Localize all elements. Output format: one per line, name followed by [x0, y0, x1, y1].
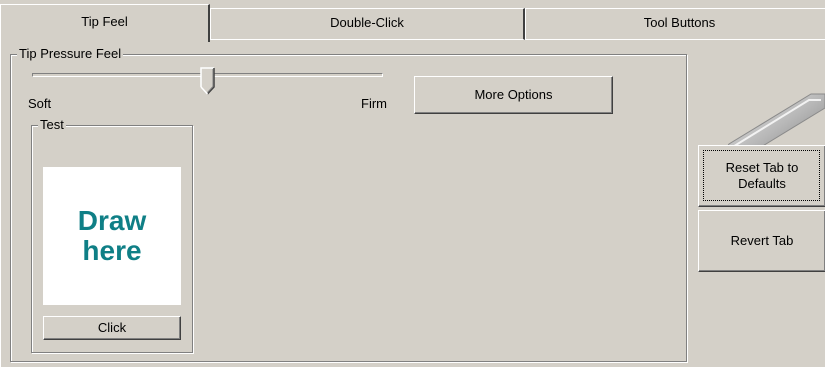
click-test-button[interactable]: Click: [43, 316, 181, 340]
focus-rectangle: [703, 150, 820, 201]
tab-double-click-label: Double-Click: [330, 14, 404, 30]
slider-soft-label: Soft: [28, 96, 52, 111]
tab-panel: Tip Pressure Feel Soft Firm More Options…: [0, 40, 825, 367]
reset-tab-to-defaults-button[interactable]: Reset Tab to Defaults: [698, 145, 825, 207]
draw-here-text: Draw here: [77, 205, 147, 266]
slider-firm-label: Firm: [361, 96, 387, 111]
test-group-label: Test: [38, 117, 66, 133]
tab-double-click[interactable]: Double-Click: [210, 8, 525, 40]
revert-tab-button[interactable]: Revert Tab: [698, 210, 825, 272]
draw-here-area[interactable]: Draw here: [43, 167, 181, 305]
tab-tip-feel[interactable]: Tip Feel: [0, 4, 210, 42]
tab-bar: Tip Feel Double-Click Tool Buttons: [0, 0, 825, 42]
tab-tool-buttons-label: Tool Buttons: [643, 14, 716, 30]
tab-tool-buttons[interactable]: Tool Buttons: [525, 8, 825, 40]
tip-pressure-slider-thumb[interactable]: [200, 67, 216, 95]
more-options-button[interactable]: More Options: [414, 76, 613, 114]
tab-tip-feel-label: Tip Feel: [81, 14, 128, 29]
tip-pressure-group-label: Tip Pressure Feel: [17, 46, 124, 62]
